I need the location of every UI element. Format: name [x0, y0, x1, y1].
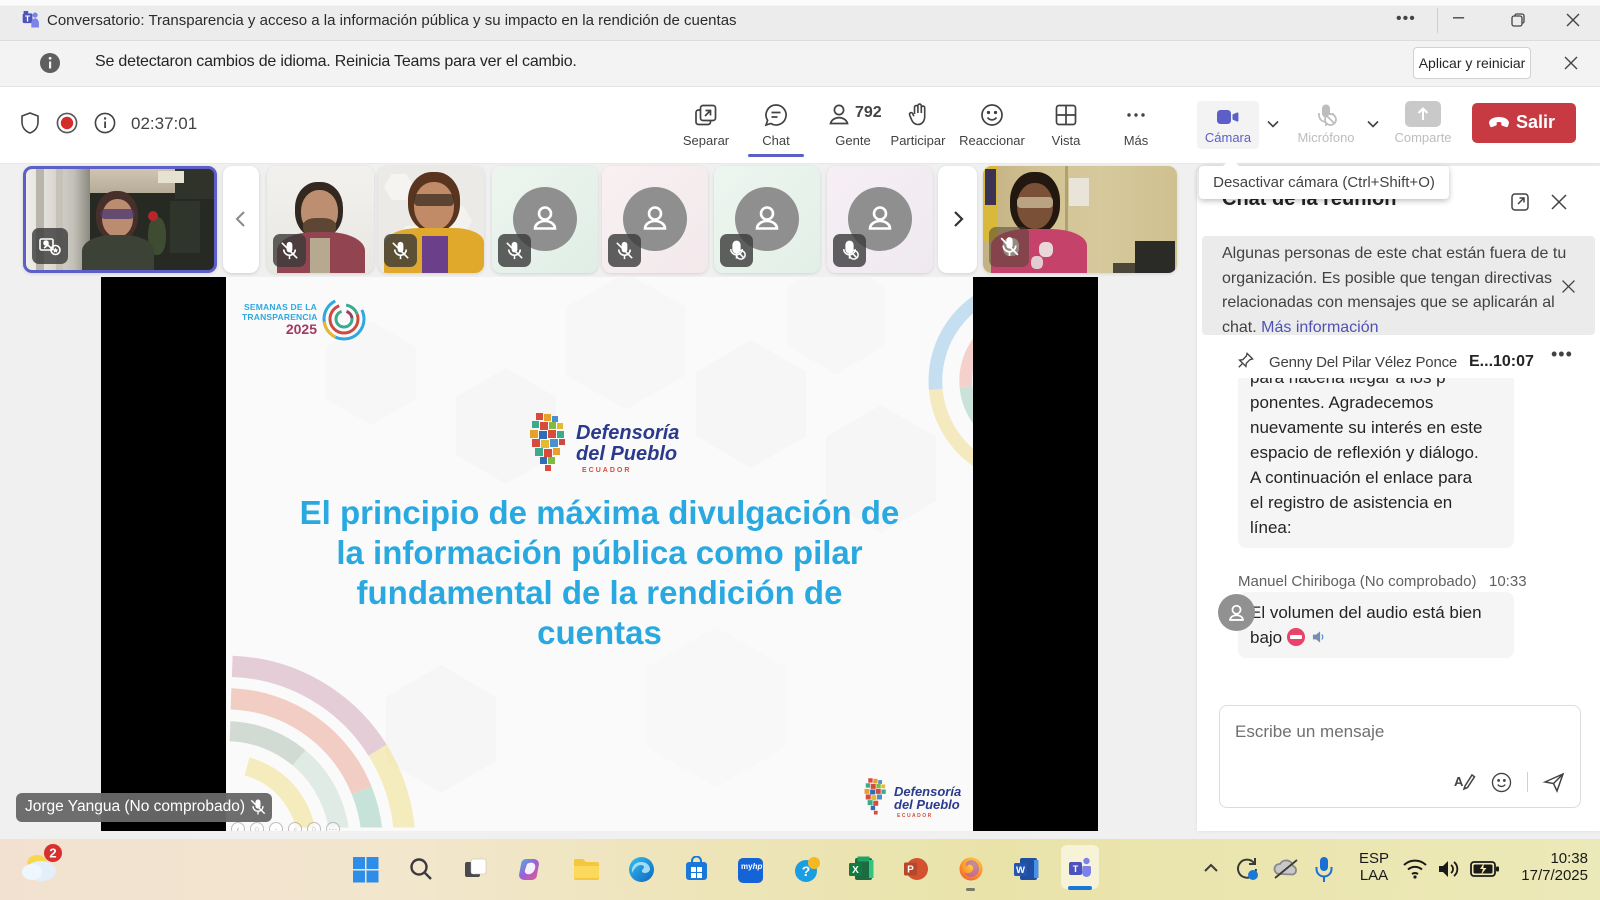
- svg-text:P: P: [907, 865, 914, 876]
- svg-text:T: T: [25, 14, 31, 24]
- svg-text:A: A: [1454, 774, 1464, 789]
- svg-text:T: T: [1073, 864, 1079, 874]
- svg-text:2: 2: [49, 846, 56, 861]
- svg-text:W: W: [1016, 865, 1025, 876]
- svg-text:X: X: [852, 865, 859, 876]
